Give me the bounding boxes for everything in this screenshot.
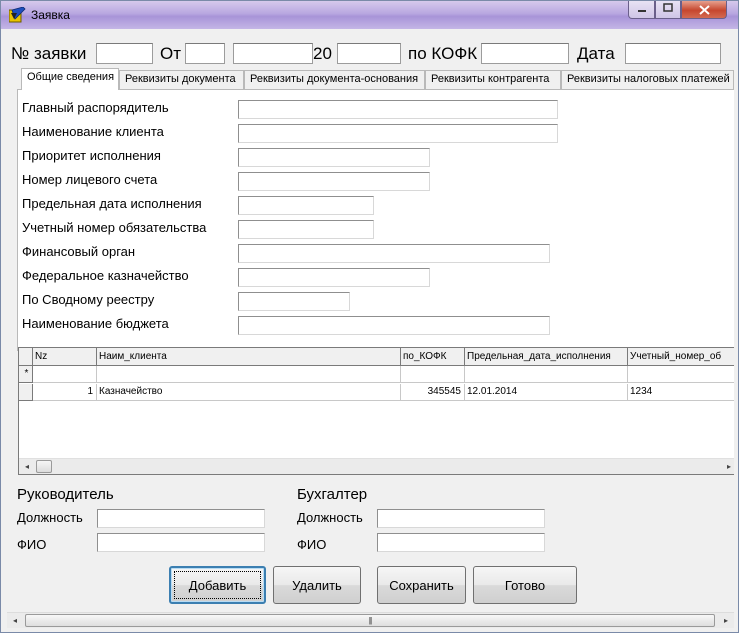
head-title: Руководитель — [17, 486, 114, 503]
main-manager-label: Главный распорядитель — [22, 100, 169, 115]
accountant-title: Бухгалтер — [297, 486, 368, 503]
account-number-input[interactable] — [238, 172, 430, 191]
consolidated-registry-label: По Сводному реестру — [22, 292, 155, 307]
scroll-left-icon[interactable]: ◂ — [7, 613, 23, 629]
save-button-label: Сохранить — [389, 577, 454, 593]
app-icon — [8, 6, 26, 23]
column-header-kofk[interactable]: по_КОФК — [401, 348, 465, 366]
from-label: От — [160, 44, 182, 63]
obligation-number-input[interactable] — [238, 220, 374, 239]
accountant-position-label: Должность — [297, 510, 363, 525]
minimize-icon — [637, 3, 647, 16]
scroll-right-icon[interactable]: ▸ — [718, 613, 734, 629]
general-info-panel: Главный распорядитель Наименование клиен… — [17, 89, 734, 351]
year-prefix-label: 20 — [313, 44, 332, 63]
table-cell[interactable] — [97, 366, 401, 383]
financial-body-input[interactable] — [238, 244, 550, 263]
title-bar[interactable]: Заявка — [1, 1, 738, 29]
minimize-button[interactable] — [628, 1, 655, 19]
head-position-label: Должность — [17, 510, 83, 525]
tab-basis-document-details[interactable]: Реквизиты документа-основания — [244, 70, 425, 89]
scroll-left-icon[interactable]: ◂ — [19, 459, 35, 474]
consolidated-registry-input[interactable] — [238, 292, 350, 311]
obligation-number-label: Учетный номер обязательства — [22, 220, 207, 235]
column-header-obligation-number[interactable]: Учетный_номер_об — [628, 348, 734, 366]
table-cell[interactable] — [401, 366, 465, 383]
client-name-label: Наименование клиента — [22, 124, 164, 139]
head-position-input[interactable] — [97, 509, 265, 528]
head-name-label: ФИО — [17, 537, 47, 552]
grid-scroll-thumb[interactable] — [36, 460, 52, 473]
main-manager-input[interactable] — [238, 100, 558, 119]
focus-rectangle — [174, 571, 261, 599]
date-label: Дата — [577, 44, 615, 63]
federal-treasury-label: Федеральное казначейство — [22, 268, 189, 283]
head-name-input[interactable] — [97, 533, 265, 552]
grid-horizontal-scrollbar[interactable]: ◂ ▸ — [19, 458, 734, 474]
tab-document-details[interactable]: Реквизиты документа — [119, 70, 244, 89]
requests-grid[interactable]: Nz Наим_клиента по_КОФК Предельная_дата_… — [18, 347, 734, 475]
financial-body-label: Финансовый орган — [22, 244, 136, 259]
from-day-input[interactable] — [185, 43, 225, 64]
accountant-position-input[interactable] — [377, 509, 545, 528]
deadline-date-label: Предельная дата исполнения — [22, 196, 202, 211]
maximize-button[interactable] — [655, 1, 681, 19]
done-button-label: Готово — [504, 577, 546, 593]
table-cell-nz[interactable]: 1 — [33, 384, 97, 401]
request-window: Заявка № заявки От 20 по КОФК Дата Общие… — [0, 0, 739, 633]
maximize-icon — [663, 3, 673, 16]
table-cell-deadline-date[interactable]: 12.01.2014 — [465, 384, 628, 401]
client-name-input[interactable] — [238, 124, 558, 143]
kofk-label: по КОФК — [408, 44, 478, 63]
window-client-area: № заявки От 20 по КОФК Дата Общие сведен… — [7, 29, 734, 628]
delete-button-label: Удалить — [292, 577, 342, 593]
grid-corner-header — [19, 348, 33, 366]
request-number-label: № заявки — [11, 44, 87, 63]
table-cell-client-name[interactable]: Казначейство — [97, 384, 401, 401]
done-button[interactable]: Готово — [473, 566, 577, 604]
column-header-deadline-date[interactable]: Предельная_дата_исполнения — [465, 348, 628, 366]
window-title: Заявка — [31, 8, 70, 22]
table-cell[interactable] — [628, 366, 734, 383]
table-cell-obligation-number[interactable]: 1234 — [628, 384, 734, 401]
column-header-nz[interactable]: Nz — [33, 348, 97, 366]
request-number-input[interactable] — [96, 43, 153, 64]
accountant-name-input[interactable] — [377, 533, 545, 552]
budget-name-label: Наименование бюджета — [22, 316, 169, 331]
row-indicator[interactable] — [19, 384, 33, 401]
add-button[interactable]: Добавить — [169, 566, 266, 604]
tab-counterparty-details[interactable]: Реквизиты контрагента — [425, 70, 561, 89]
scroll-right-icon[interactable]: ▸ — [723, 459, 734, 474]
tab-tax-payment-details[interactable]: Реквизиты налоговых платежей — [561, 70, 734, 89]
column-header-client-name[interactable]: Наим_клиента — [97, 348, 401, 366]
accountant-name-label: ФИО — [297, 537, 327, 552]
year-input[interactable] — [337, 43, 401, 64]
execution-priority-label: Приоритет исполнения — [22, 148, 161, 163]
date-input[interactable] — [625, 43, 721, 64]
deadline-date-input[interactable] — [238, 196, 374, 215]
table-cell-kofk[interactable]: 345545 — [401, 384, 465, 401]
budget-name-input[interactable] — [238, 316, 550, 335]
new-row-indicator[interactable]: * — [19, 366, 33, 383]
tab-general-info[interactable]: Общие сведения — [21, 68, 119, 90]
federal-treasury-input[interactable] — [238, 268, 430, 287]
table-cell[interactable] — [465, 366, 628, 383]
kofk-input[interactable] — [481, 43, 569, 64]
save-button[interactable]: Сохранить — [377, 566, 466, 604]
execution-priority-input[interactable] — [238, 148, 430, 167]
close-button[interactable] — [681, 1, 727, 19]
window-scroll-thumb[interactable]: ||| — [25, 614, 715, 627]
table-cell[interactable] — [33, 366, 97, 383]
close-icon — [698, 2, 710, 18]
delete-button[interactable]: Удалить — [273, 566, 361, 604]
window-horizontal-scrollbar[interactable]: ◂ ||| ▸ — [7, 612, 734, 628]
account-number-label: Номер лицевого счета — [22, 172, 158, 187]
from-month-input[interactable] — [233, 43, 313, 64]
